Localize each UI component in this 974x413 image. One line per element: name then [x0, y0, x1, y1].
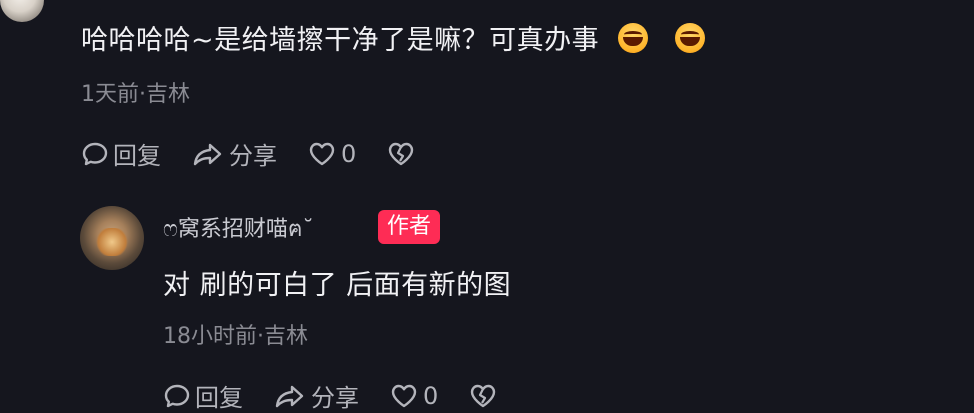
- comment-text-body: 哈哈哈哈~是给墙擦干净了是嘛？可真办事: [81, 25, 600, 56]
- comment-bubble-icon: [164, 384, 190, 407]
- share-label: 分享: [229, 142, 277, 170]
- share-arrow-icon: [193, 143, 222, 165]
- comment-bubble-icon: [82, 142, 108, 165]
- like-button[interactable]: 0: [307, 140, 356, 168]
- like-count: 0: [423, 381, 439, 410]
- reply-label: 回复: [195, 384, 243, 412]
- broken-heart-icon: [389, 142, 414, 165]
- reply-meta: 18小时前·吉林: [163, 324, 308, 349]
- heart-icon: [391, 384, 417, 407]
- comment-text: 哈哈哈哈~是给墙擦干净了是嘛？可真办事: [81, 18, 706, 57]
- comment-meta: 1天前·吉林: [81, 82, 190, 107]
- share-arrow-icon: [275, 385, 304, 407]
- heart-icon: [309, 142, 335, 165]
- comment-actions: 回复 分享 0: [81, 136, 446, 171]
- broken-heart-icon: [471, 384, 496, 407]
- author-badge: 作者: [378, 210, 441, 244]
- commenter-avatar[interactable]: [0, 0, 44, 22]
- grin-emoji-icon: [618, 23, 649, 53]
- like-button[interactable]: 0: [389, 382, 438, 410]
- reply-text: 对 刷的可白了 后面有新的图: [163, 270, 512, 301]
- share-button[interactable]: 分享: [191, 136, 277, 171]
- reply-button[interactable]: 回复: [163, 378, 243, 413]
- grin-emoji-icon: [675, 23, 706, 53]
- reply-username[interactable]: ෆ窝系招财喵ฅ˘: [163, 211, 314, 246]
- share-label: 分享: [311, 384, 359, 412]
- reply-button[interactable]: 回复: [81, 136, 161, 171]
- share-button[interactable]: 分享: [273, 378, 359, 413]
- like-count: 0: [341, 139, 357, 168]
- dislike-button[interactable]: [386, 140, 416, 168]
- author-avatar[interactable]: [80, 206, 144, 270]
- reply-label: 回复: [113, 142, 161, 170]
- dislike-button[interactable]: [468, 382, 498, 410]
- reply-actions: 回复 分享 0: [163, 378, 528, 413]
